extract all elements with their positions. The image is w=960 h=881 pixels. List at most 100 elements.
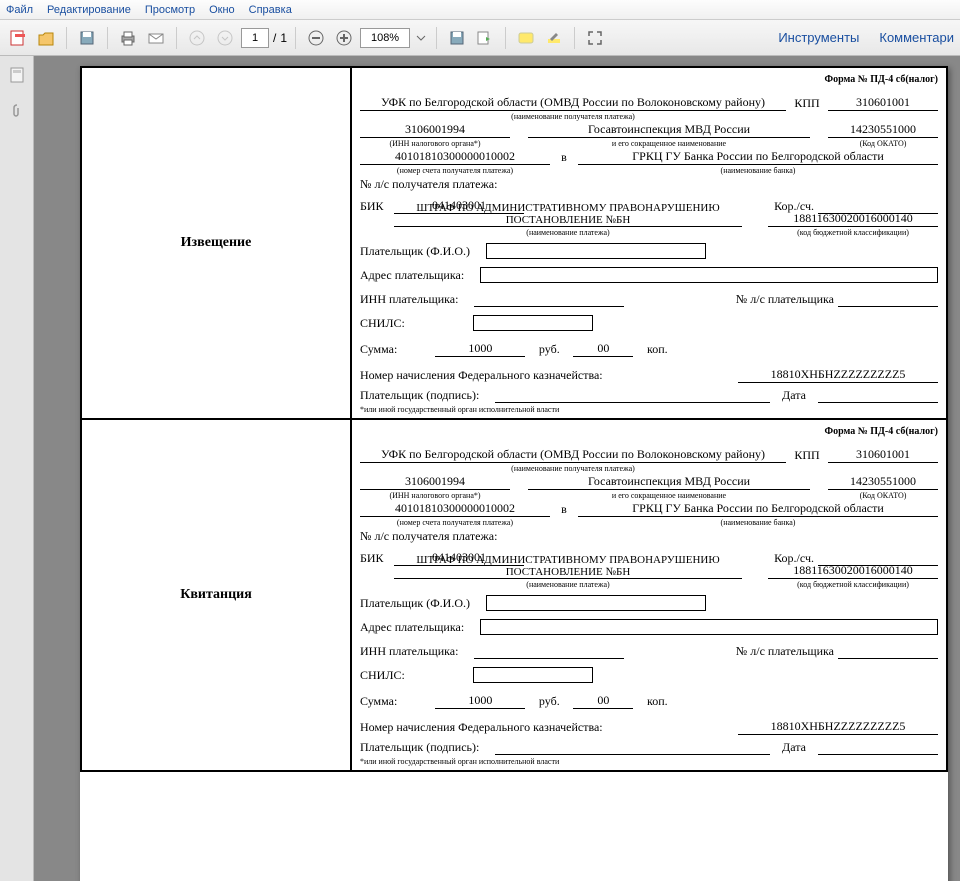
bank-value: ГРКЦ ГУ Банка России по Белгородской обл… xyxy=(578,149,938,165)
page-area[interactable]: Извещение Форма № ПД-4 сб(налог) УФК по … xyxy=(34,56,960,881)
recipient-caption: (наименование получателя платежа) xyxy=(360,464,786,473)
menu-file[interactable]: Файл xyxy=(6,4,33,16)
comment-tab[interactable]: Комментари xyxy=(879,30,954,45)
save-alt-icon[interactable] xyxy=(445,26,469,50)
page-up-icon[interactable] xyxy=(185,26,209,50)
thumbnails-icon[interactable] xyxy=(6,64,28,86)
sign-label: Плательщик (подпись): xyxy=(360,388,479,403)
kpp-label: КПП xyxy=(790,448,824,463)
sum-rub-value: 1000 xyxy=(435,693,525,709)
payer-addr-label: Адрес плательщика: xyxy=(360,620,464,635)
highlight-icon[interactable] xyxy=(542,26,566,50)
payer-ls-label: № л/с плательщика xyxy=(736,292,834,307)
payer-ls-value xyxy=(838,291,938,307)
recipient: УФК по Белгородской области (ОМВД России… xyxy=(360,95,786,111)
document-page: Извещение Форма № ПД-4 сб(налог) УФК по … xyxy=(80,66,948,881)
date-label: Дата xyxy=(774,388,814,403)
payer-fio-label: Плательщик (Ф.И.О.) xyxy=(360,244,470,259)
rub-label: руб. xyxy=(529,694,569,709)
kbk-value: 18811630020016000140 xyxy=(768,211,938,227)
payer-addr-box xyxy=(480,267,938,283)
okato-caption: (Код ОКАТО) xyxy=(828,139,938,148)
menu-view[interactable]: Просмотр xyxy=(145,4,195,16)
footnote: *или иной государственный орган исполнит… xyxy=(360,757,938,766)
sum-rub-value: 1000 xyxy=(435,341,525,357)
payer-ls-value xyxy=(838,643,938,659)
open-icon[interactable] xyxy=(34,26,58,50)
okato-value: 14230551000 xyxy=(828,122,938,138)
rub-label: руб. xyxy=(529,342,569,357)
kop-label: коп. xyxy=(637,342,677,357)
zoom-out-icon[interactable] xyxy=(304,26,328,50)
date-line xyxy=(818,739,938,755)
sum-kop-value: 00 xyxy=(573,693,633,709)
attachments-icon[interactable] xyxy=(6,100,28,122)
purpose-caption: (наименование платежа) xyxy=(394,228,742,237)
zoom-dropdown-icon[interactable] xyxy=(414,26,428,50)
gai-caption: и его сокращенное наименование xyxy=(528,491,810,500)
zoom-in-icon[interactable] xyxy=(332,26,356,50)
payer-inn-label: ИНН плательщика: xyxy=(360,292,458,307)
section-title: Извещение xyxy=(81,67,351,419)
sign-line xyxy=(495,387,770,403)
kpp-value: 310601001 xyxy=(828,447,938,463)
gai-value: Госавтоинспекция МВД России xyxy=(528,122,810,138)
sum-label: Сумма: xyxy=(360,342,397,357)
accrual-label: Номер начисления Федерального казначейст… xyxy=(360,368,603,383)
gai-value: Госавтоинспекция МВД России xyxy=(528,474,810,490)
kbk-caption: (код бюджетной классификации) xyxy=(768,228,938,237)
purpose-value: ШТРАФ ПО АДМИНИСТРАТИВНОМУ ПРАВОНАРУШЕНИ… xyxy=(394,203,742,227)
page-total: 1 xyxy=(280,31,287,45)
ls-label: № л/с получателя платежа: xyxy=(360,177,497,192)
snils-label: СНИЛС: xyxy=(360,316,405,331)
purpose-caption: (наименование платежа) xyxy=(394,580,742,589)
kpp-label: КПП xyxy=(790,96,824,111)
account-value: 40101810300000010002 xyxy=(360,501,550,517)
payer-fio-box xyxy=(486,595,706,611)
inn-caption: (ИНН налогового органа*) xyxy=(360,139,510,148)
menu-edit[interactable]: Редактирование xyxy=(47,4,131,16)
account-caption: (номер счета получателя платежа) xyxy=(360,518,550,527)
sign-line xyxy=(495,739,770,755)
email-icon[interactable] xyxy=(144,26,168,50)
form-body: Форма № ПД-4 сб(налог) УФК по Белгородск… xyxy=(351,419,947,771)
section-title: Квитанция xyxy=(81,419,351,771)
note-icon[interactable] xyxy=(514,26,538,50)
fullscreen-icon[interactable] xyxy=(583,26,607,50)
payer-inn-value xyxy=(474,643,624,659)
gai-caption: и его сокращенное наименование xyxy=(528,139,810,148)
form-number: Форма № ПД-4 сб(налог) xyxy=(360,426,938,437)
recipient: УФК по Белгородской области (ОМВД России… xyxy=(360,447,786,463)
print-icon[interactable] xyxy=(116,26,140,50)
page-number-input[interactable] xyxy=(241,28,269,48)
pdf-create-icon[interactable] xyxy=(6,26,30,50)
footnote: *или иной государственный орган исполнит… xyxy=(360,405,938,414)
sign-label: Плательщик (подпись): xyxy=(360,740,479,755)
sum-label: Сумма: xyxy=(360,694,397,709)
menubar: Файл Редактирование Просмотр Окно Справк… xyxy=(0,0,960,20)
payer-addr-label: Адрес плательщика: xyxy=(360,268,464,283)
payer-ls-label: № л/с плательщика xyxy=(736,644,834,659)
tools-tab[interactable]: Инструменты xyxy=(778,30,859,45)
page-down-icon[interactable] xyxy=(213,26,237,50)
date-line xyxy=(818,387,938,403)
convert-icon[interactable] xyxy=(473,26,497,50)
zoom-input[interactable] xyxy=(360,28,410,48)
page-sep: / xyxy=(273,31,276,45)
bik-label: БИК xyxy=(360,199,390,214)
kpp-value: 310601001 xyxy=(828,95,938,111)
date-label: Дата xyxy=(774,740,814,755)
sidebar xyxy=(0,56,34,881)
menu-window[interactable]: Окно xyxy=(209,4,235,16)
menu-help[interactable]: Справка xyxy=(249,4,292,16)
save-icon[interactable] xyxy=(75,26,99,50)
sum-kop-value: 00 xyxy=(573,341,633,357)
account-value: 40101810300000010002 xyxy=(360,149,550,165)
bank-caption: (наименование банка) xyxy=(578,166,938,175)
inn-caption: (ИНН налогового органа*) xyxy=(360,491,510,500)
accrual-label: Номер начисления Федерального казначейст… xyxy=(360,720,603,735)
snils-box xyxy=(473,667,593,683)
ls-label: № л/с получателя платежа: xyxy=(360,529,497,544)
payer-fio-label: Плательщик (Ф.И.О.) xyxy=(360,596,470,611)
in-label: в xyxy=(554,502,574,517)
